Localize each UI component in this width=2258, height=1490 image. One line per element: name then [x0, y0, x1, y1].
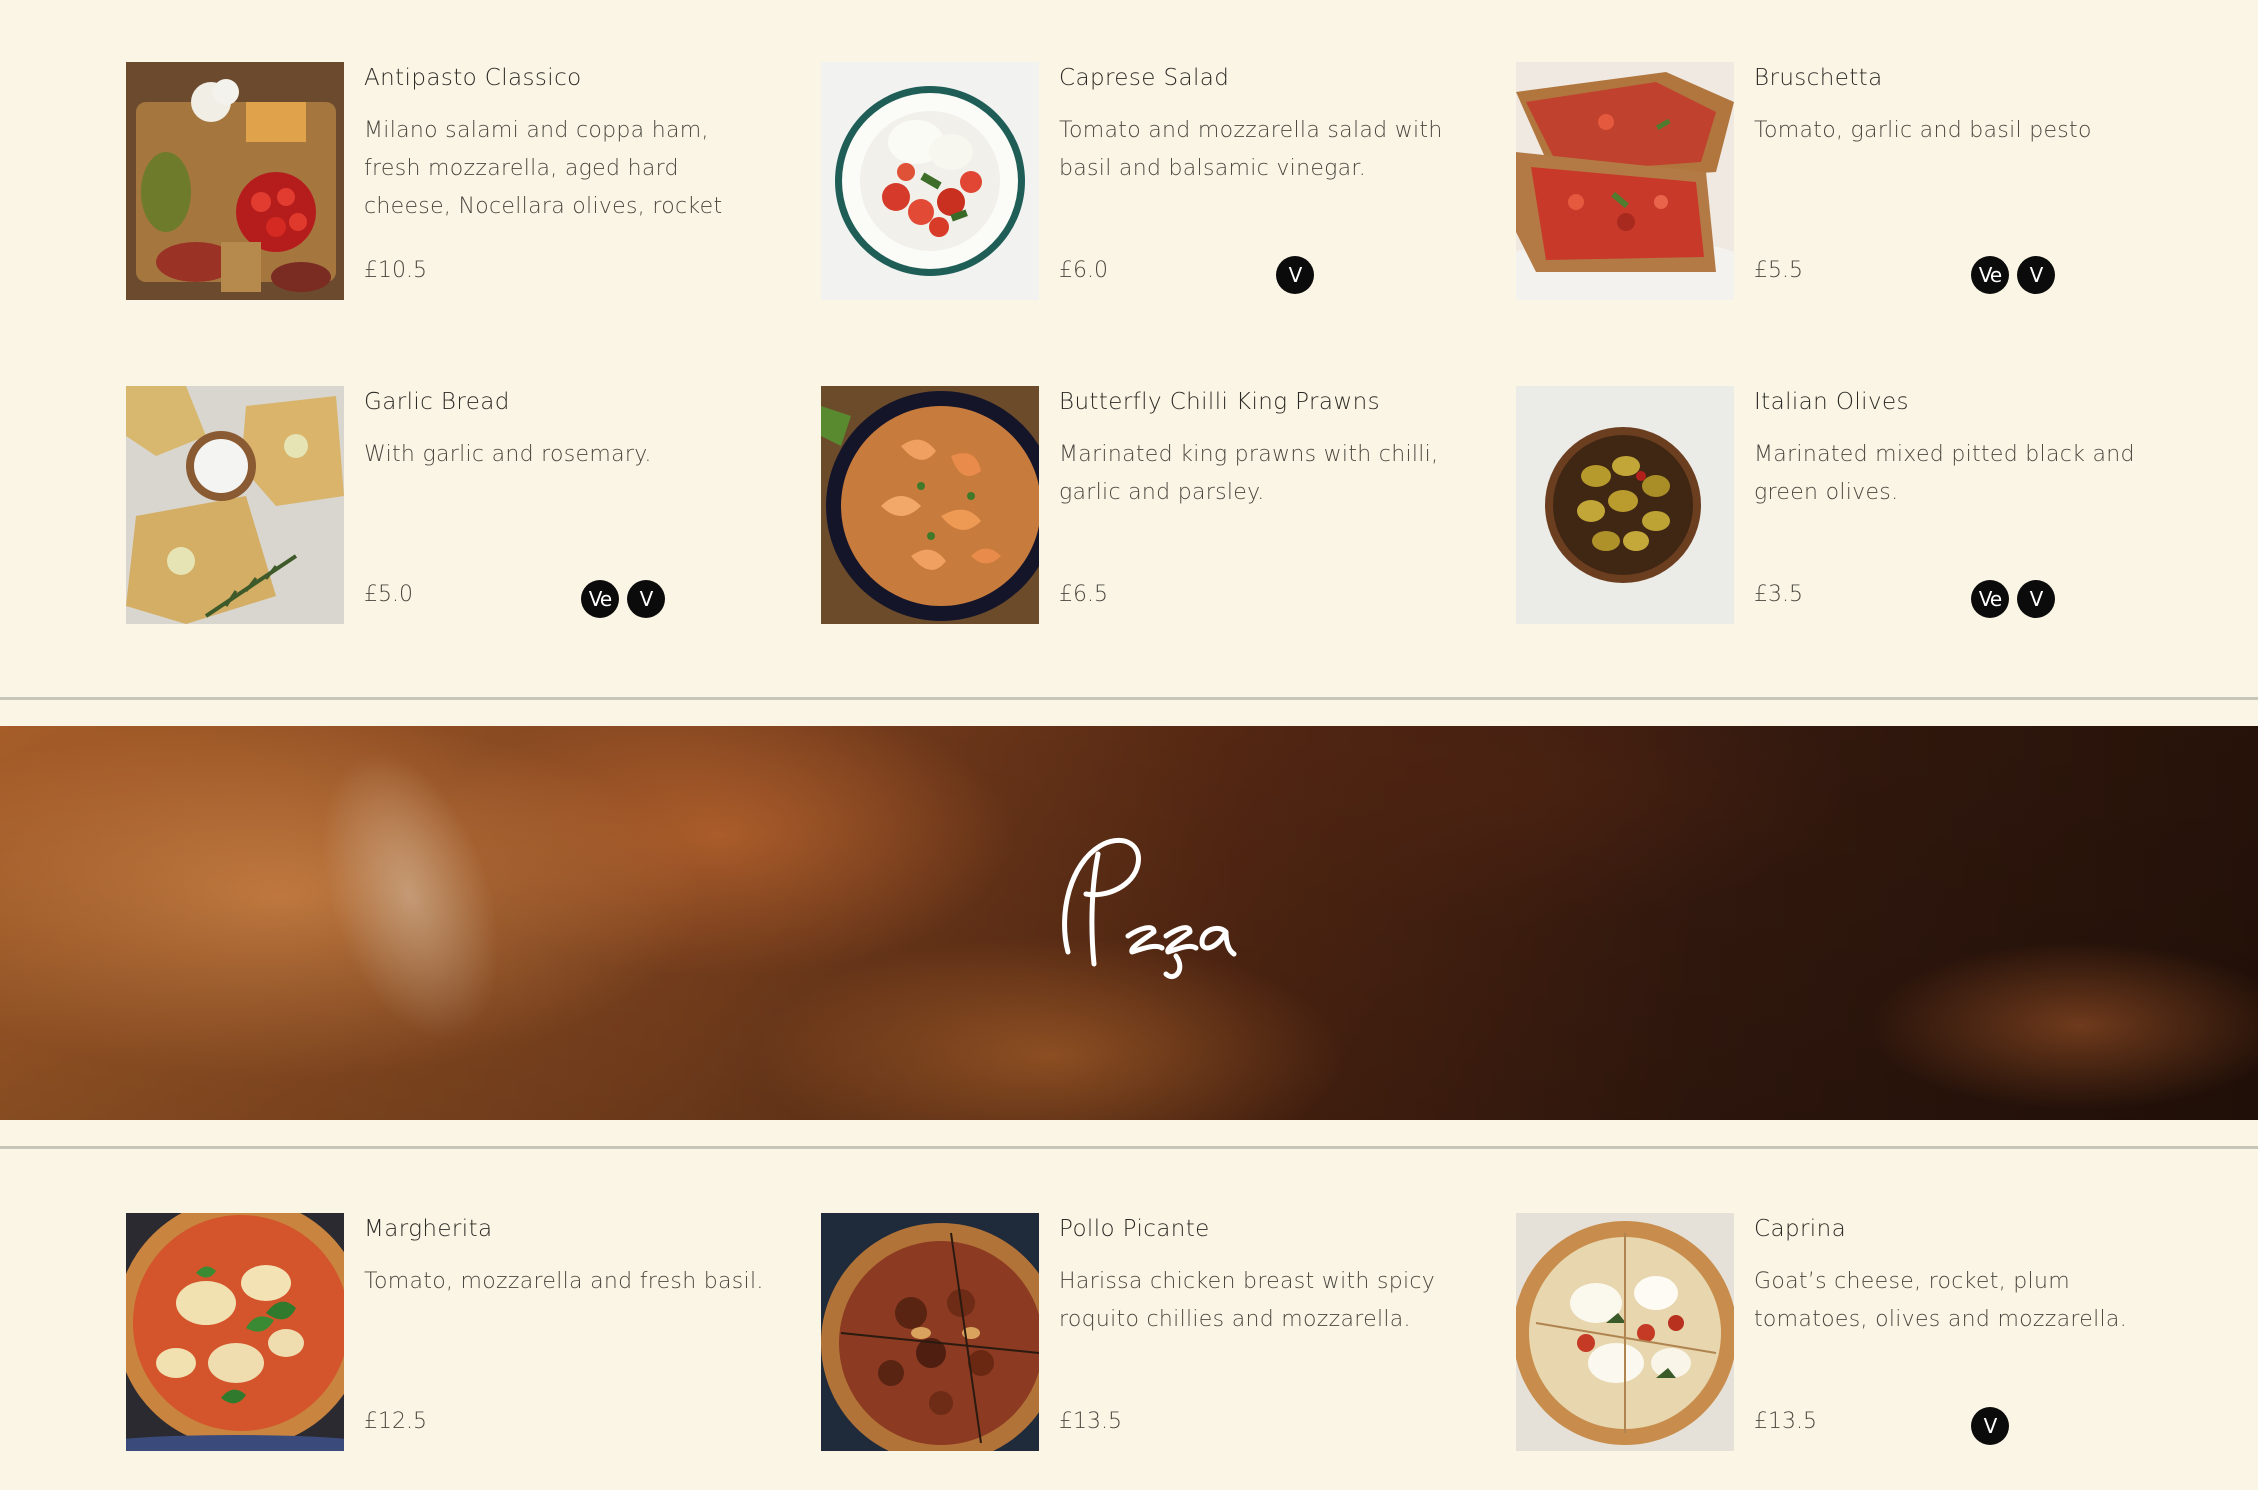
item-description: Marinated king prawns with chilli, garli…	[1059, 442, 1439, 505]
item-info: Bruschetta Tomato, garlic and basil pest…	[1754, 62, 2158, 300]
pizza-grid: Margherita Tomato, mozzarella and fresh …	[126, 1213, 2136, 1451]
vegetarian-badge: V	[2017, 256, 2055, 294]
olives-bowl-photo	[1516, 386, 1734, 624]
pizza-section-banner	[0, 726, 2258, 1120]
dietary-badges: V	[1276, 256, 1314, 294]
antipasto-platter-photo	[126, 62, 344, 300]
vegetarian-badge: V	[627, 580, 665, 618]
vegan-badge: Ve	[1971, 256, 2009, 294]
item-description: Marinated mixed pitted black and green o…	[1754, 442, 2135, 505]
item-name: Antipasto Classico	[364, 65, 582, 91]
item-price: £13.5	[1754, 1409, 1817, 1434]
item-name: Caprese Salad	[1059, 65, 1230, 91]
item-description: Goat’s cheese, rocket, plum tomatoes, ol…	[1754, 1269, 2128, 1332]
menu-item-caprina[interactable]: Caprina Goat’s cheese, rocket, plum toma…	[1516, 1213, 2136, 1451]
item-info: Butterfly Chilli King Prawns Marinated k…	[1059, 386, 1463, 624]
starters-grid: Antipasto Classico Milano salami and cop…	[126, 62, 2136, 624]
menu-item-caprese-salad[interactable]: Caprese Salad Tomato and mozzarella sala…	[821, 62, 1516, 300]
menu-item-antipasto-classico[interactable]: Antipasto Classico Milano salami and cop…	[126, 62, 821, 300]
item-description: Harissa chicken breast with spicy roquit…	[1059, 1269, 1436, 1332]
menu-item-margherita[interactable]: Margherita Tomato, mozzarella and fresh …	[126, 1213, 821, 1451]
item-name: Bruschetta	[1754, 65, 1883, 91]
vegan-badge: Ve	[581, 580, 619, 618]
caprese-salad-photo	[821, 62, 1039, 300]
item-info: Caprina Goat’s cheese, rocket, plum toma…	[1754, 1213, 2158, 1451]
pizza-script-title	[1062, 837, 1237, 980]
margherita-pizza-photo	[126, 1213, 344, 1451]
dietary-badges: Ve V	[1971, 256, 2055, 294]
menu-item-pollo-picante[interactable]: Pollo Picante Harissa chicken breast wit…	[821, 1213, 1516, 1451]
menu-item-garlic-bread[interactable]: Garlic Bread With garlic and rosemary. £…	[126, 386, 821, 624]
item-name: Garlic Bread	[364, 389, 510, 415]
item-name: Caprina	[1754, 1216, 1847, 1242]
item-description: Tomato, garlic and basil pesto	[1754, 118, 2092, 143]
menu-item-italian-olives[interactable]: Italian Olives Marinated mixed pitted bl…	[1516, 386, 2136, 624]
item-price: £10.5	[364, 258, 427, 283]
item-info: Antipasto Classico Milano salami and cop…	[364, 62, 768, 300]
item-info: Garlic Bread With garlic and rosemary. £…	[364, 386, 768, 624]
vegetarian-badge: V	[1971, 1407, 2009, 1445]
item-price: £12.5	[364, 1409, 427, 1434]
item-info: Margherita Tomato, mozzarella and fresh …	[364, 1213, 768, 1451]
item-price: £5.5	[1754, 258, 1803, 283]
dietary-badges: Ve V	[1971, 580, 2055, 618]
item-description: Milano salami and coppa ham, fresh mozza…	[364, 118, 723, 219]
item-price: £13.5	[1059, 1409, 1122, 1434]
item-description: Tomato, mozzarella and fresh basil.	[364, 1269, 764, 1294]
vegan-badge: Ve	[1971, 580, 2009, 618]
garlic-bread-photo	[126, 386, 344, 624]
item-name: Margherita	[364, 1216, 493, 1242]
pollo-picante-pizza-photo	[821, 1213, 1039, 1451]
item-description: Tomato and mozzarella salad with basil a…	[1059, 118, 1443, 181]
item-info: Caprese Salad Tomato and mozzarella sala…	[1059, 62, 1463, 300]
section-divider	[0, 1146, 2258, 1149]
item-price: £5.0	[364, 582, 413, 607]
dietary-badges: Ve V	[581, 580, 665, 618]
dietary-badges: V	[1971, 1407, 2009, 1445]
section-divider	[0, 697, 2258, 700]
item-price: £6.0	[1059, 258, 1108, 283]
item-name: Pollo Picante	[1059, 1216, 1210, 1242]
item-description: With garlic and rosemary.	[364, 442, 652, 467]
bruschetta-photo	[1516, 62, 1734, 300]
vegetarian-badge: V	[1276, 256, 1314, 294]
item-info: Pollo Picante Harissa chicken breast wit…	[1059, 1213, 1463, 1451]
caprina-pizza-photo	[1516, 1213, 1734, 1451]
vegetarian-badge: V	[2017, 580, 2055, 618]
item-name: Italian Olives	[1754, 389, 1909, 415]
item-price: £6.5	[1059, 582, 1108, 607]
item-name: Butterfly Chilli King Prawns	[1059, 389, 1380, 415]
king-prawns-photo	[821, 386, 1039, 624]
menu-item-butterfly-chilli-king-prawns[interactable]: Butterfly Chilli King Prawns Marinated k…	[821, 386, 1516, 624]
item-info: Italian Olives Marinated mixed pitted bl…	[1754, 386, 2158, 624]
menu-item-bruschetta[interactable]: Bruschetta Tomato, garlic and basil pest…	[1516, 62, 2136, 300]
item-price: £3.5	[1754, 582, 1803, 607]
